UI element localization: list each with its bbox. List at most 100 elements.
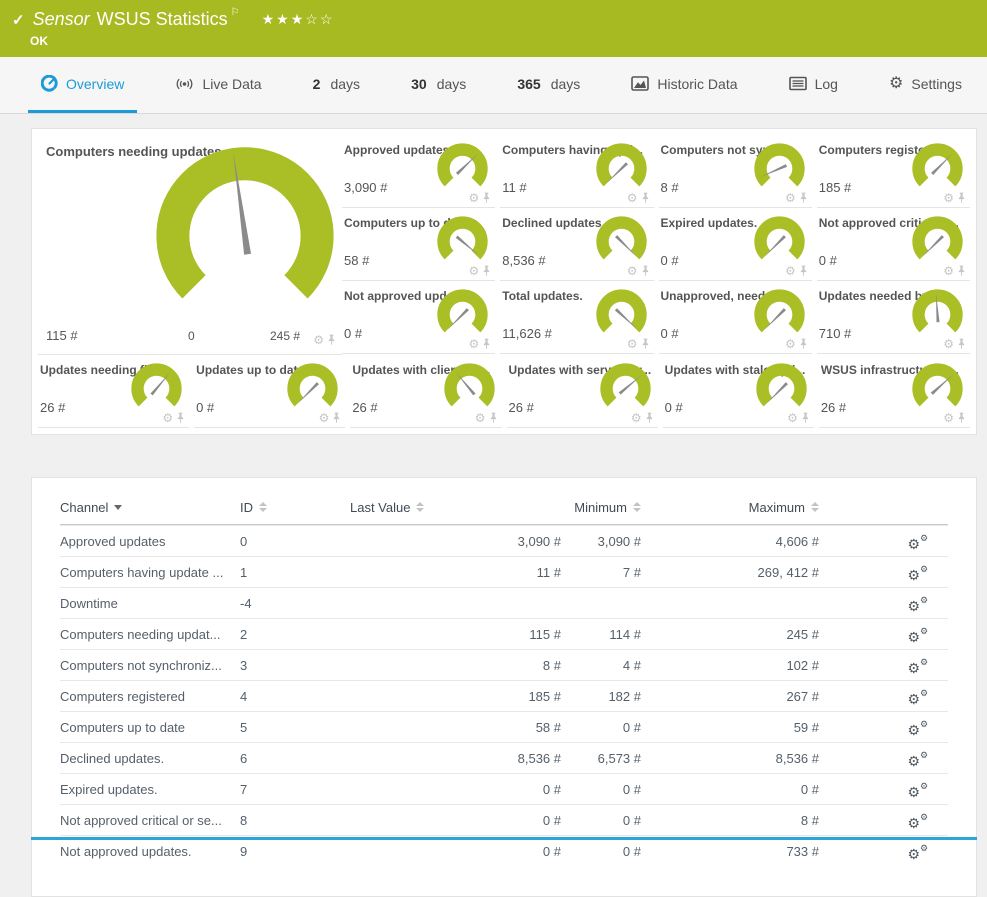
log-icon (789, 76, 807, 91)
column-header-id[interactable]: ID (240, 500, 350, 515)
status-ok-check-icon: ✓ (12, 11, 25, 29)
cell-maximum: 102 # (641, 658, 819, 673)
gear-icon[interactable]: ⚙ (319, 412, 330, 424)
gauge (597, 362, 654, 419)
pin-icon[interactable] (801, 412, 810, 424)
cell-channel: Approved updates (60, 534, 240, 549)
column-header-last-value[interactable]: Last Value (350, 500, 561, 515)
gear-icon[interactable]: ⚙ (787, 412, 798, 424)
pin-icon[interactable] (641, 265, 650, 277)
gear-icon[interactable]: ⚙ (627, 192, 638, 204)
pin-icon[interactable] (482, 338, 491, 350)
gear-icon[interactable]: ⚙ (475, 412, 486, 424)
cell-channel: Declined updates. (60, 751, 240, 766)
table-row[interactable]: Approved updates 0 3,090 # 3,090 # 4,606… (60, 525, 948, 556)
pin-icon[interactable] (327, 334, 336, 346)
cell-maximum: 245 # (641, 627, 819, 642)
gear-icon[interactable]: ⚙ (785, 192, 796, 204)
gauge-value: 26 # (352, 400, 377, 415)
gauge-value: 0 # (196, 400, 214, 415)
flag-icon[interactable]: ⚐ (231, 7, 240, 18)
gear-icon[interactable]: ⚙ (313, 334, 324, 346)
channel-table-header: Channel ID Last Value Minimum Maximum (60, 490, 948, 525)
gauge-card: Updates with stale upd... 0 # ⚙ (663, 355, 814, 428)
table-row[interactable]: Computers registered 4 185 # 182 # 267 #… (60, 680, 948, 711)
tab-historic-data[interactable]: Historic Data (618, 57, 750, 113)
gear-icon[interactable]: ⚙ (943, 192, 954, 204)
gear-icon[interactable]: ⚙ (468, 265, 479, 277)
table-row[interactable]: Declined updates. 6 8,536 # 6,573 # 8,53… (60, 742, 948, 773)
pin-icon[interactable] (641, 338, 650, 350)
tab-30-days[interactable]: 30 days (398, 57, 479, 113)
gauge-value: 8,536 # (502, 253, 545, 268)
gear-icon[interactable]: ⚙ (943, 338, 954, 350)
pin-icon[interactable] (957, 265, 966, 277)
tab-log[interactable]: Log (776, 57, 851, 113)
table-row[interactable]: Downtime -4 ⚙⚙ (60, 587, 948, 618)
gear-icon[interactable]: ⚙ (785, 265, 796, 277)
gauge-icon (41, 75, 58, 92)
cell-maximum: 0 # (641, 782, 819, 797)
table-row[interactable]: Computers having update ... 1 11 # 7 # 2… (60, 556, 948, 587)
pin-icon[interactable] (957, 338, 966, 350)
gauge (593, 288, 650, 345)
gauge (909, 142, 966, 199)
pin-icon[interactable] (482, 192, 491, 204)
table-row[interactable]: Computers not synchroniz... 3 8 # 4 # 10… (60, 649, 948, 680)
cell-id: 0 (240, 534, 350, 549)
pin-icon[interactable] (799, 192, 808, 204)
table-row[interactable]: Computers needing updat... 2 115 # 114 #… (60, 618, 948, 649)
gear-icon[interactable]: ⚙ (943, 412, 954, 424)
gear-icon[interactable]: ⚙ (162, 412, 173, 424)
tab-overview[interactable]: Overview (28, 57, 137, 113)
column-header-minimum[interactable]: Minimum (561, 500, 641, 515)
column-header-channel[interactable]: Channel (60, 500, 240, 515)
tab-settings[interactable]: ⚙ Settings (876, 57, 975, 113)
pin-icon[interactable] (799, 338, 808, 350)
gear-icon[interactable]: ⚙ (943, 265, 954, 277)
pin-icon[interactable] (641, 192, 650, 204)
gear-icon[interactable]: ⚙ (785, 338, 796, 350)
gauge (909, 288, 966, 345)
tab-2-days[interactable]: 2 days (300, 57, 373, 113)
cell-channel: Downtime (60, 596, 240, 611)
pin-icon[interactable] (332, 412, 341, 424)
table-row[interactable]: Computers up to date 5 58 # 0 # 59 # ⚙⚙ (60, 711, 948, 742)
tab-live-data[interactable]: Live Data (162, 57, 274, 113)
main-gauge-scale-min: 0 (188, 329, 195, 343)
cell-last-value: 3,090 # (350, 534, 561, 549)
gauge-value: 185 # (819, 180, 852, 195)
cell-channel: Not approved updates. (60, 844, 240, 859)
pin-icon[interactable] (957, 412, 966, 424)
cell-minimum: 0 # (561, 813, 641, 828)
table-row[interactable]: Not approved critical or se... 8 0 # 0 #… (60, 804, 948, 835)
gear-icon[interactable]: ⚙ (627, 265, 638, 277)
gauge-value: 0 # (665, 400, 683, 415)
table-row[interactable]: Expired updates. 7 0 # 0 # 0 # ⚙⚙ (60, 773, 948, 804)
gauge (909, 362, 966, 419)
pin-icon[interactable] (799, 265, 808, 277)
pin-icon[interactable] (645, 412, 654, 424)
pin-icon[interactable] (482, 265, 491, 277)
tab-365-days[interactable]: 365 days (504, 57, 593, 113)
pin-icon[interactable] (489, 412, 498, 424)
priority-stars[interactable]: ★★★☆☆ (262, 11, 335, 28)
gear-icon[interactable]: ⚙ (627, 338, 638, 350)
gauge-card: Computers registered 185 # ⚙ (817, 135, 970, 208)
cell-last-value: 0 # (350, 813, 561, 828)
cell-last-value: 0 # (350, 782, 561, 797)
gear-icon[interactable]: ⚙ (468, 338, 479, 350)
gauge (434, 288, 491, 345)
gear-icon[interactable]: ⚙ (468, 192, 479, 204)
column-header-maximum[interactable]: Maximum (641, 500, 819, 515)
gauge-card: Updates with server err... 26 # ⚙ (507, 355, 658, 428)
pin-icon[interactable] (176, 412, 185, 424)
cell-id: 3 (240, 658, 350, 673)
gauge-card: Computers having upd... 11 # ⚙ (500, 135, 653, 208)
sort-icon (259, 502, 267, 512)
pin-icon[interactable] (957, 192, 966, 204)
cell-channel: Computers having update ... (60, 565, 240, 580)
gear-icon[interactable]: ⚙ (631, 412, 642, 424)
channel-table-panel: Channel ID Last Value Minimum Maximum Ap… (31, 477, 977, 897)
channel-table-body: Approved updates 0 3,090 # 3,090 # 4,606… (60, 525, 948, 866)
